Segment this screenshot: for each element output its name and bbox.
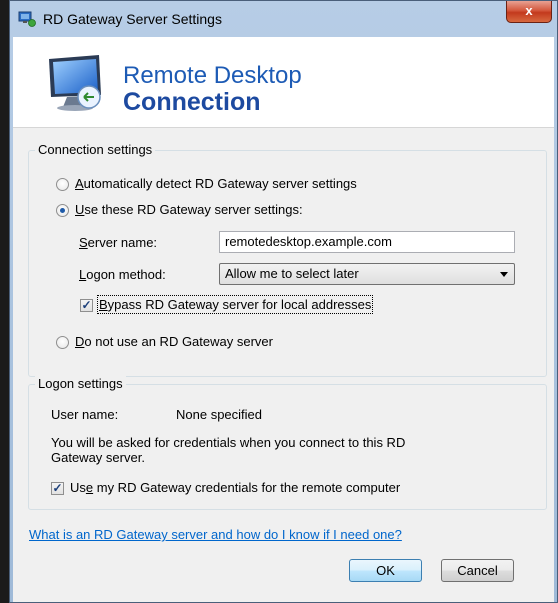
auto-detect-label[interactable]: Automatically detect RD Gateway server s… <box>75 176 357 191</box>
server-name-input[interactable]: remotedesktop.example.com <box>219 231 515 253</box>
logon-settings-group: Logon settings User name: None specified… <box>28 376 547 510</box>
bypass-local-checkbox[interactable]: ✓ <box>80 299 93 312</box>
logon-settings-title: Logon settings <box>35 376 126 391</box>
user-name-value: None specified <box>176 407 262 422</box>
connection-settings-group: Connection settings Automatically detect… <box>28 142 547 377</box>
logon-method-selected: Allow me to select later <box>225 266 359 281</box>
bypass-local-label[interactable]: Bypass RD Gateway server for local addre… <box>96 295 374 314</box>
close-button[interactable]: x <box>506 1 552 23</box>
use-these-settings-label[interactable]: Use these RD Gateway server settings: <box>75 202 303 217</box>
cancel-button[interactable]: Cancel <box>441 559 514 582</box>
chevron-down-icon <box>500 272 508 277</box>
ok-button[interactable]: OK <box>349 559 422 582</box>
title-bar[interactable]: RD Gateway Server Settings x <box>10 1 557 37</box>
window-title: RD Gateway Server Settings <box>43 11 222 27</box>
dialog-client-area: Remote Desktop Connection Connection set… <box>13 37 554 602</box>
connection-settings-title: Connection settings <box>35 142 156 157</box>
server-name-label: Server name: <box>79 235 158 250</box>
user-name-label: User name: <box>51 407 119 422</box>
use-these-settings-radio[interactable] <box>56 204 69 217</box>
remote-desktop-monitor-icon <box>43 51 113 117</box>
banner-title-line2: Connection <box>123 88 261 116</box>
auto-detect-radio[interactable] <box>56 178 69 191</box>
banner-title-line1: Remote Desktop <box>123 62 302 89</box>
remote-desktop-app-icon <box>18 11 36 27</box>
use-gateway-credentials-label[interactable]: Use my RD Gateway credentials for the re… <box>70 480 400 495</box>
help-link[interactable]: What is an RD Gateway server and how do … <box>29 527 402 542</box>
dialog-window: RD Gateway Server Settings x Remote Desk… <box>9 0 558 603</box>
logon-method-label: Logon method: <box>79 267 166 282</box>
banner: Remote Desktop Connection <box>13 37 554 127</box>
dialog-body: Connection settings Automatically detect… <box>13 127 554 602</box>
do-not-use-label[interactable]: Do not use an RD Gateway server <box>75 334 273 349</box>
do-not-use-radio[interactable] <box>56 336 69 349</box>
credentials-info-line2: Gateway server. <box>51 450 145 465</box>
use-gateway-credentials-checkbox[interactable]: ✓ <box>51 482 64 495</box>
logon-method-select[interactable]: Allow me to select later <box>219 263 515 285</box>
credentials-info-line1: You will be asked for credentials when y… <box>51 435 406 450</box>
